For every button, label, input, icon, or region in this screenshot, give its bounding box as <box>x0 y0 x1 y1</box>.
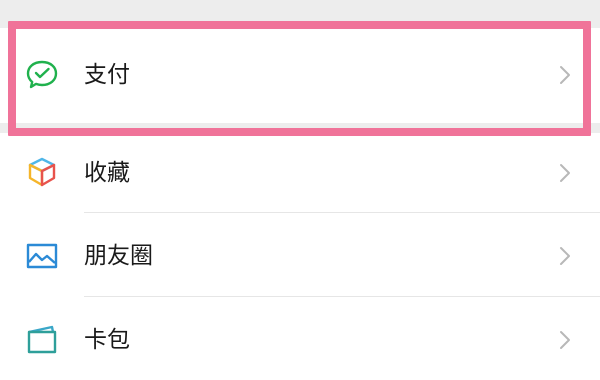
chevron-right-icon <box>558 162 572 184</box>
menu-item-label: 卡包 <box>84 327 130 353</box>
menu-item-favorites[interactable]: 收藏 <box>0 133 600 213</box>
me-menu-screen: 支付 收藏 朋友圈 卡包 <box>0 0 600 380</box>
menu-item-label: 支付 <box>84 62 130 88</box>
menu-item-moments[interactable]: 朋友圈 <box>0 213 600 297</box>
moments-image-icon <box>25 239 59 273</box>
menu-item-card-wallet[interactable]: 卡包 <box>0 297 600 380</box>
wechat-pay-icon <box>25 58 59 92</box>
chevron-right-icon <box>558 245 572 267</box>
chevron-right-icon <box>558 329 572 351</box>
favorites-cube-icon <box>25 155 59 189</box>
menu-item-pay[interactable]: 支付 <box>0 28 600 123</box>
card-wallet-icon <box>25 323 59 357</box>
chevron-right-icon <box>558 64 572 86</box>
menu-item-label: 收藏 <box>84 160 130 186</box>
menu-item-label: 朋友圈 <box>84 243 153 269</box>
